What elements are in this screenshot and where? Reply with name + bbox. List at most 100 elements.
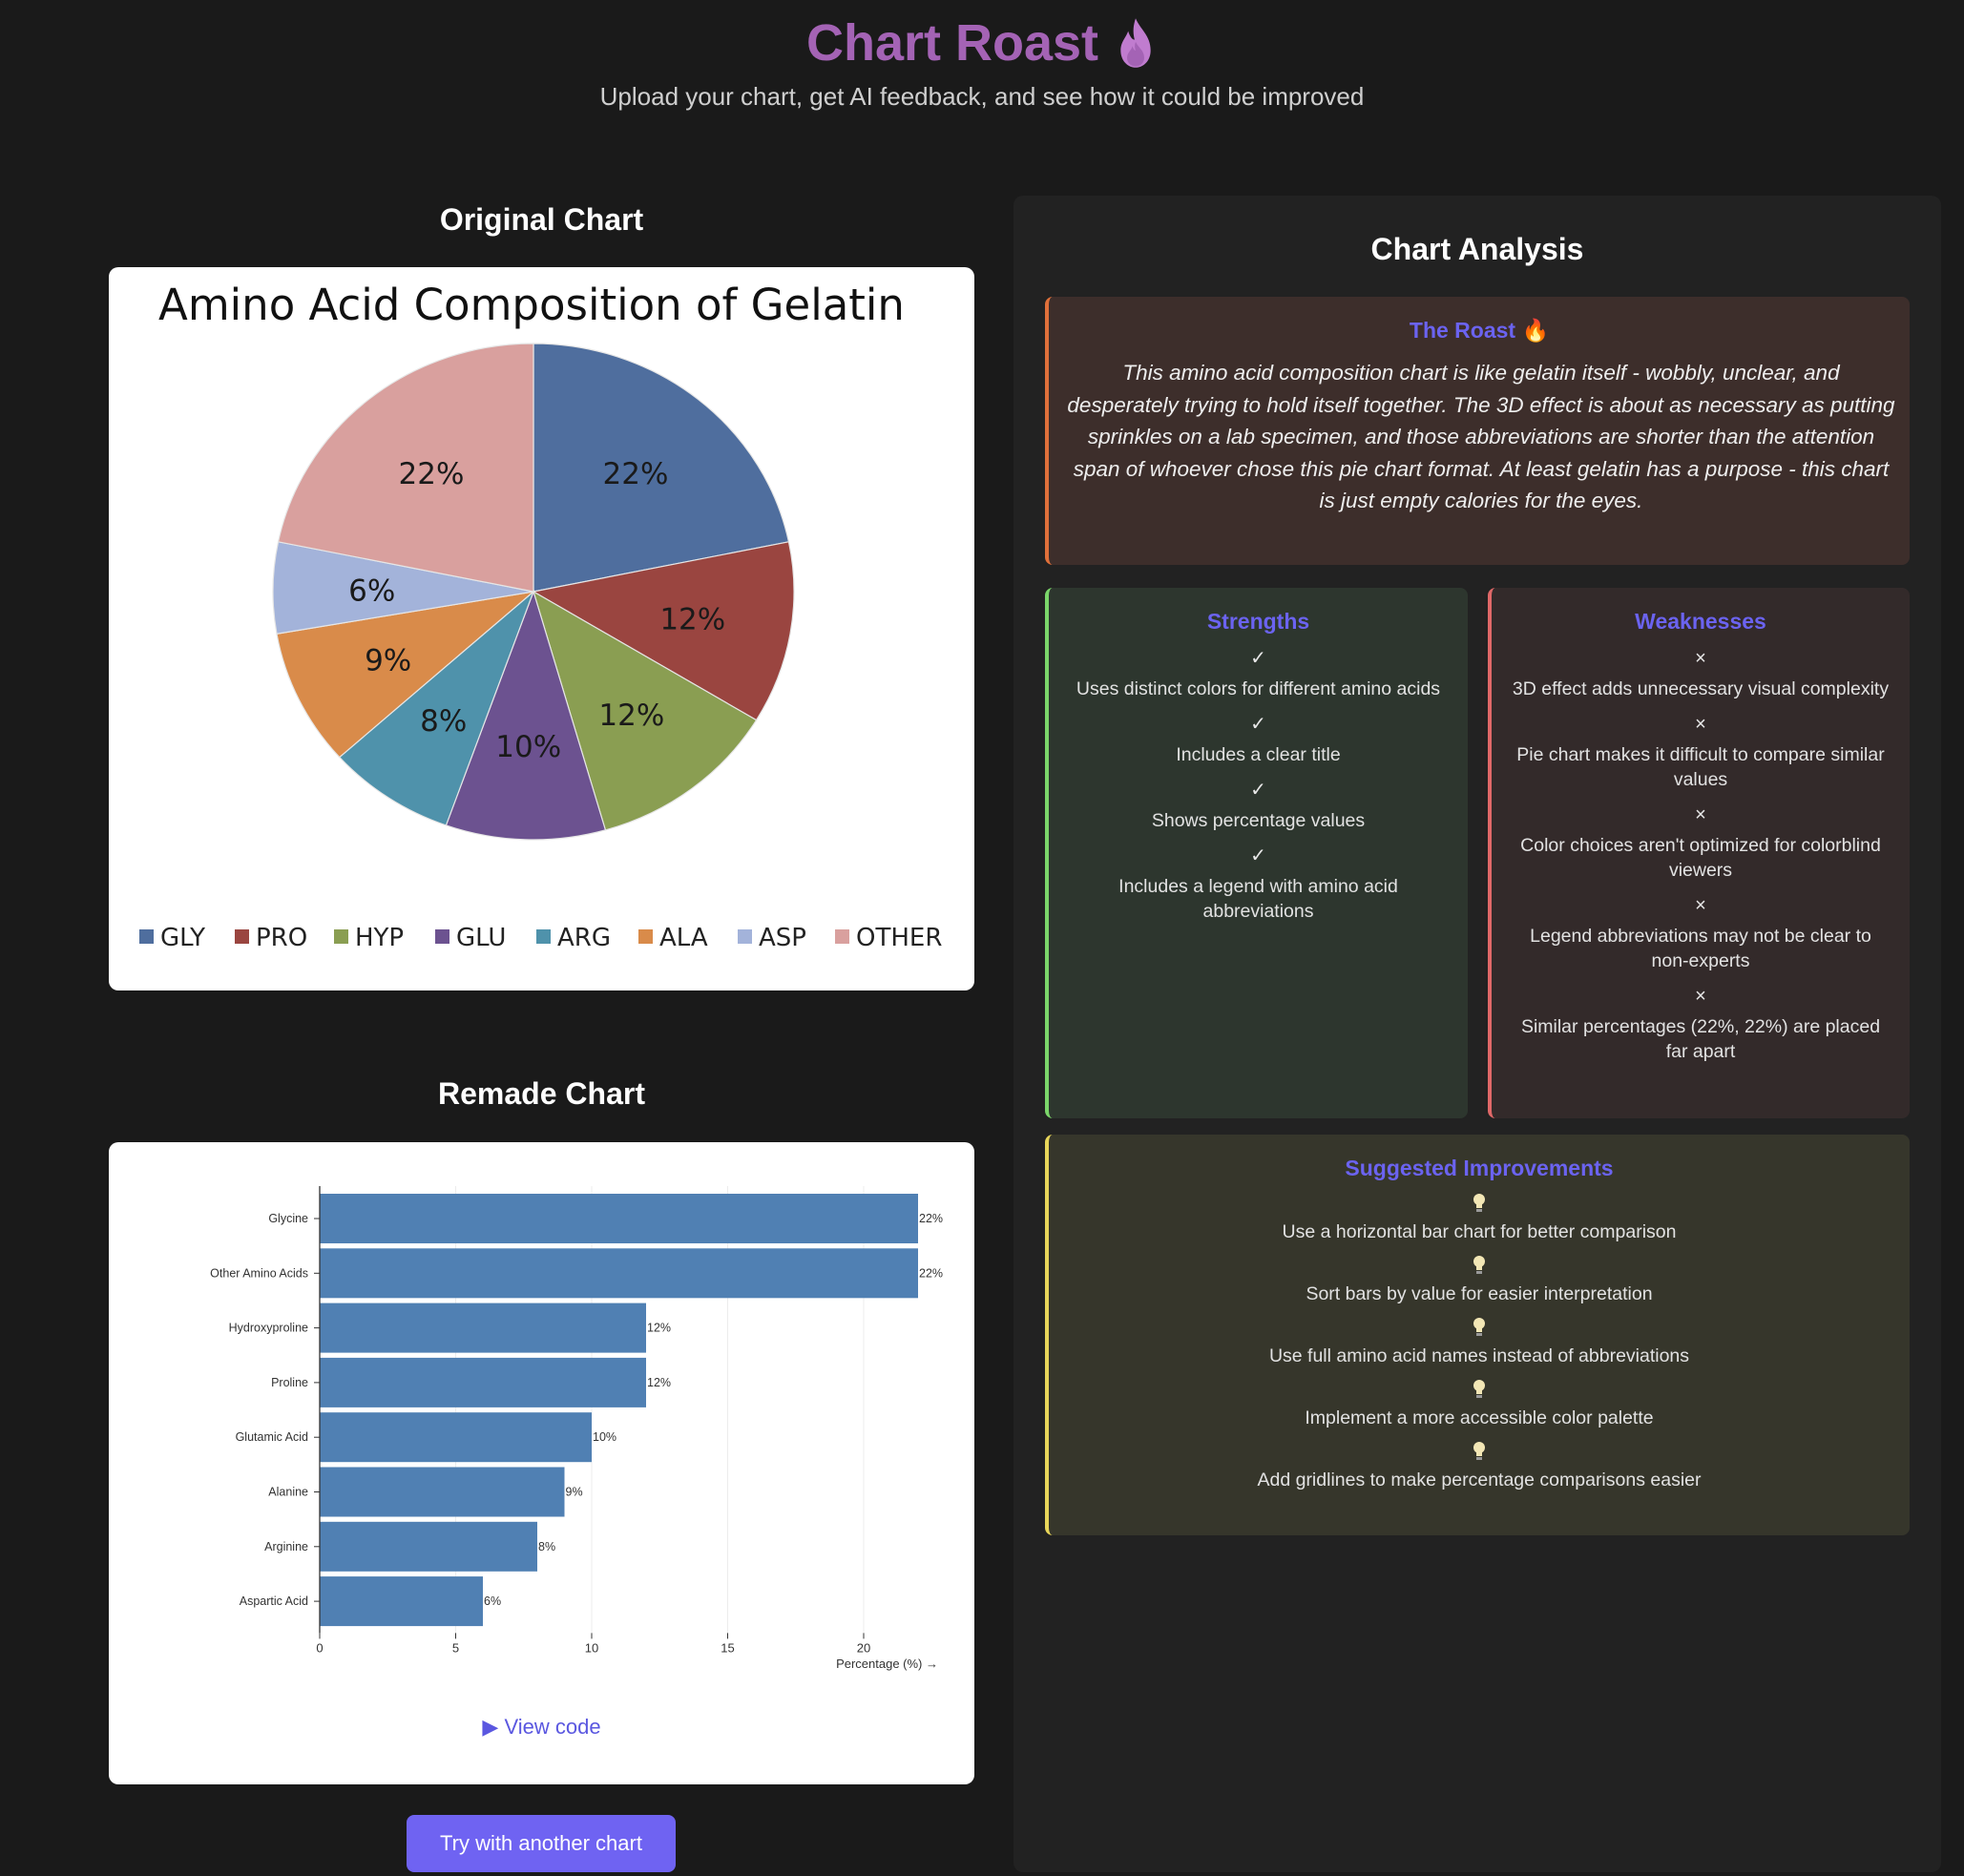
bar-value-label: 8% [538, 1540, 555, 1553]
pie-data-label: 12% [659, 602, 725, 636]
list-item: Add gridlines to make percentage compari… [1066, 1441, 1892, 1492]
legend-swatch [334, 929, 348, 944]
list-item: × Color choices aren't optimized for colo… [1509, 803, 1892, 883]
bar-aspartic-acid [320, 1576, 483, 1627]
app-title-text: Chart Roast [805, 14, 1099, 72]
list-item: Implement a more accessible color palett… [1066, 1379, 1892, 1430]
strength-text: Includes a clear title [1176, 744, 1341, 765]
cross-icon: × [1695, 648, 1706, 669]
improvement-text: Use a horizontal bar chart for better co… [1282, 1221, 1677, 1242]
legend-label: GLY [160, 924, 205, 952]
legend-label: GLU [456, 924, 506, 952]
check-icon: ✓ [1250, 780, 1266, 801]
strengths-title: Strengths [1206, 609, 1310, 634]
improvement-text: Sort bars by value for easier interpreta… [1306, 1283, 1653, 1304]
category-label: Hydroxyproline [229, 1322, 308, 1335]
legend-label: PRO [256, 924, 307, 952]
lightbulb-icon [1473, 1256, 1485, 1274]
lightbulb-icon [1473, 1380, 1485, 1398]
improvement-text: Use full amino acid names instead of abb… [1268, 1345, 1690, 1366]
try-another-chart-button[interactable]: Try with another chart [407, 1815, 676, 1872]
category-label: Alanine [268, 1486, 308, 1499]
category-label: Glycine [268, 1212, 308, 1225]
legend-label: ASP [759, 924, 806, 952]
legend-swatch [638, 929, 653, 944]
list-item: × 3D effect adds unnecessary visual compl… [1509, 646, 1892, 701]
lightbulb-icon [1473, 1194, 1485, 1212]
weakness-text: Legend abbreviations may not be clear to… [1530, 926, 1871, 971]
pie-chart-title: Amino Acid Composition of Gelatin [158, 280, 905, 330]
pie-data-label: 6% [348, 573, 395, 608]
strengths-list: ✓ Uses distinct colors for different amin… [1049, 646, 1468, 924]
category-label: Glutamic Acid [236, 1430, 308, 1444]
pie-data-label: 22% [603, 457, 669, 491]
analysis-heading: Chart Analysis [1370, 232, 1584, 266]
list-item: ✓ Includes a legend with amino acid abbre… [1066, 844, 1451, 924]
bar-value-label: 22% [919, 1266, 943, 1280]
improvements-section: Suggested Improvements Use a horizontal … [1045, 1135, 1910, 1535]
lightbulb-icon [1473, 1442, 1485, 1460]
legend-swatch [435, 929, 449, 944]
x-tick-label: 20 [857, 1640, 870, 1655]
bar-arginine [320, 1521, 537, 1572]
bar-proline [320, 1357, 646, 1407]
legend-label: ALA [659, 924, 708, 952]
cross-icon: × [1695, 895, 1706, 916]
pie-data-label: 12% [598, 698, 664, 733]
weaknesses-section: Weaknesses × 3D effect adds unnecessary v… [1488, 588, 1910, 1118]
bar-other-amino-acids [320, 1248, 918, 1299]
cross-icon: × [1695, 804, 1706, 825]
weakness-text: 3D effect adds unnecessary visual comple… [1512, 678, 1890, 699]
original-chart-heading: Original Chart [439, 202, 644, 237]
list-item: Use full amino acid names instead of abb… [1066, 1317, 1892, 1368]
category-label: Proline [271, 1376, 308, 1389]
bar-value-label: 22% [919, 1212, 943, 1225]
legend-label: OTHER [856, 924, 942, 952]
legend-swatch [835, 929, 849, 944]
weakness-text: Similar percentages (22%, 22%) are place… [1520, 1016, 1881, 1062]
x-tick-label: 15 [721, 1640, 734, 1655]
bar-value-label: 12% [647, 1322, 671, 1335]
category-label: Aspartic Acid [240, 1595, 308, 1608]
check-icon: ✓ [1250, 648, 1266, 669]
list-item: × Pie chart makes it difficult to compare… [1509, 712, 1892, 792]
strength-text: Shows percentage values [1151, 810, 1366, 831]
pie-data-label: 10% [495, 730, 561, 764]
weakness-text: Pie chart makes it difficult to compare … [1516, 744, 1885, 790]
weaknesses-list: × 3D effect adds unnecessary visual compl… [1492, 646, 1910, 1064]
remade-chart-card: Glycine Other Amino Acids Hydroxyproline Pr… [109, 1142, 974, 1784]
legend-swatch [235, 929, 249, 944]
list-item: ✓ Includes a clear title [1066, 712, 1451, 767]
roast-text: This amino acid composition chart is lik… [1067, 361, 1895, 512]
list-item: ✓ Shows percentage values [1066, 778, 1451, 833]
bar-value-label: 10% [593, 1430, 616, 1444]
check-icon: ✓ [1250, 714, 1266, 735]
legend-swatch [536, 929, 551, 944]
app-subtitle: Upload your chart, get AI feedback, and … [599, 82, 1365, 111]
app-title: Chart Roast [806, 0, 1158, 73]
legend-swatch [738, 929, 752, 944]
x-tick-label: 10 [585, 1640, 598, 1655]
bar-glutamic-acid [320, 1412, 592, 1463]
view-code-toggle[interactable]: ▶ View code [109, 1715, 974, 1740]
strength-text: Uses distinct colors for different amino… [1076, 678, 1441, 699]
cross-icon: × [1695, 986, 1706, 1007]
bar-alanine [320, 1467, 565, 1517]
pie-data-label: 22% [399, 457, 465, 491]
header: Chart Roast Upload your chart, get AI fe… [0, 0, 1964, 112]
bar-glycine [320, 1194, 918, 1243]
analysis-panel: Chart Analysis The Roast 🔥 This amino ac… [1013, 196, 1941, 1872]
pie-data-label: 9% [365, 643, 411, 677]
original-chart-card: Amino Acid Composition of Gelatin 22% 12%… [109, 267, 974, 990]
improvements-title: Suggested Improvements [1345, 1156, 1614, 1180]
strengths-section: Strengths ✓ Uses distinct colors for diff… [1045, 588, 1468, 1118]
x-tick-label: 0 [316, 1640, 323, 1655]
bar-value-label: 6% [484, 1595, 501, 1608]
bar-hydroxyproline [320, 1303, 646, 1353]
flame-icon [1120, 18, 1151, 68]
bar-value-label: 12% [647, 1376, 671, 1389]
category-label: Other Amino Acids [210, 1266, 308, 1280]
remade-chart-heading: Remade Chart [438, 1076, 645, 1111]
cross-icon: × [1695, 714, 1706, 735]
list-item: Use a horizontal bar chart for better co… [1066, 1193, 1892, 1244]
